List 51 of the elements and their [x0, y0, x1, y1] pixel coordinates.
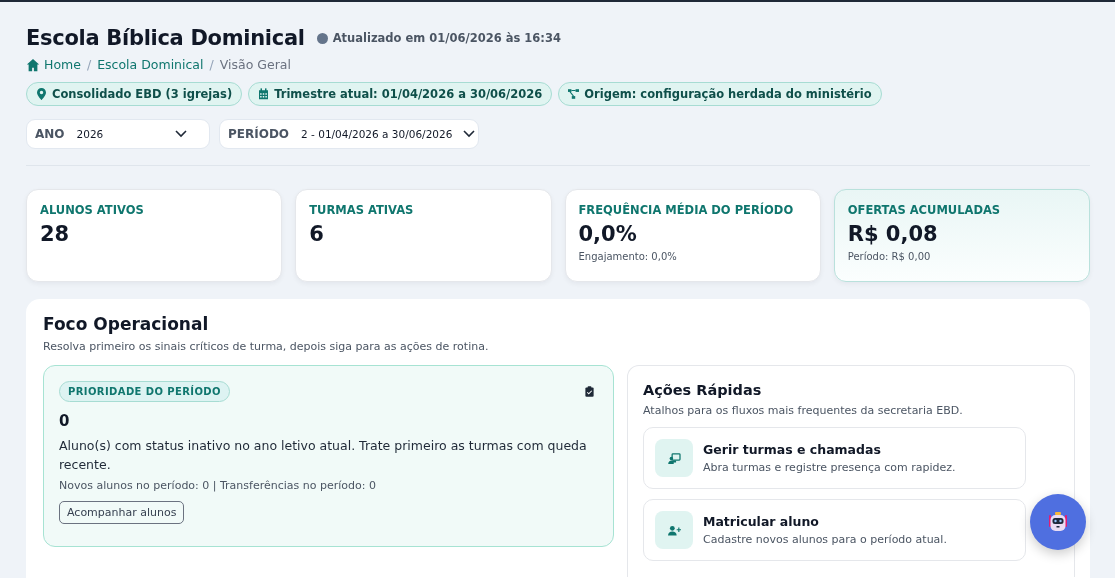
quick-action-item[interactable]: Matricular aluno Cadastre novos alunos para o período atual. [643, 499, 1026, 561]
field-value: 2026 [76, 128, 105, 140]
teacher-board-icon [667, 452, 681, 464]
chevron-down-icon [174, 129, 188, 139]
stat-label: OFERTAS ACUMULADAS [847, 203, 1002, 217]
breadcrumb-separator: / [209, 57, 214, 72]
select-field[interactable]: PERÍODO 2 - 01/04/2026 a 30/06/2026 [219, 119, 479, 149]
status-dot [316, 32, 328, 44]
action-title: Matricular aluno [703, 514, 820, 529]
robot-icon [1046, 510, 1070, 534]
priority-meta: Novos alunos no período: 0 | Transferências no período: 0 [59, 479, 377, 492]
breadcrumb-separator: / [86, 57, 92, 72]
calendar-icon [258, 88, 270, 100]
field-label: ANO [35, 127, 65, 141]
action-description: Abra turmas e registre presença com rapidez. [703, 461, 956, 474]
chip-label: Consolidado EBD (3 igrejas) [52, 87, 233, 101]
chip-label: Trimestre atual: 01/04/2026 a 30/06/2026 [274, 87, 543, 101]
updated-text: Atualizado em 01/06/2026 às 16:34 [332, 31, 561, 45]
hierarchy-icon [568, 88, 580, 100]
chip-label: Origem: configuração herdada do ministério [584, 87, 872, 101]
chevron-down-icon [462, 129, 477, 139]
breadcrumb-link[interactable]: Home [44, 57, 81, 72]
add-user-icon [667, 524, 681, 536]
section-title: Foco Operacional [43, 314, 210, 334]
stat-note: Período: R$ 0,00 [847, 251, 932, 262]
follow-students-button[interactable]: Acompanhar alunos [59, 501, 185, 524]
field-label: PERÍODO [228, 127, 290, 141]
select-field[interactable]: ANO 2026 [26, 119, 210, 149]
field-value: 2 - 01/04/2026 a 30/06/2026 [301, 128, 453, 140]
stat-value: R$ 0,08 [847, 222, 939, 246]
stat-value: 0,0% [578, 222, 638, 246]
card-title: Ações Rápidas [643, 382, 763, 398]
stat-label: FREQUÊNCIA MÉDIA DO PERÍODO [578, 203, 795, 217]
stat-note: Engajamento: 0,0% [578, 251, 678, 262]
card-subtitle: Atalhos para os fluxos mais frequentes da secretaria EBD. [643, 404, 964, 417]
home-icon [26, 57, 40, 72]
action-description: Cadastre novos alunos para o período atual. [703, 533, 947, 546]
priority-text: Aluno(s) com status inativo no ano letivo atual. Trate primeiro as turmas com queda recente. [59, 437, 588, 474]
stat-value: 6 [309, 222, 325, 246]
breadcrumb-link[interactable]: Escola Dominical [97, 57, 204, 72]
stat-value: 28 [40, 222, 71, 246]
stat-label: ALUNOS ATIVOS [40, 203, 145, 217]
location-pin-icon [36, 88, 47, 100]
section-subtitle: Resolva primeiro os sinais críticos de turma, depois siga para as ações de rotina. [43, 340, 490, 353]
quick-action-item[interactable]: Gerir turmas e chamadas Abra turmas e registre presença com rapidez. [643, 427, 1026, 489]
priority-value: 0 [59, 412, 71, 430]
stat-label: TURMAS ATIVAS [309, 203, 415, 217]
action-title: Gerir turmas e chamadas [703, 442, 882, 457]
page-title: Escola Bíblica Dominical [26, 26, 305, 50]
priority-badge: PRIORIDADE DO PERÍODO [59, 381, 230, 402]
clipboard-check-icon [585, 386, 594, 397]
